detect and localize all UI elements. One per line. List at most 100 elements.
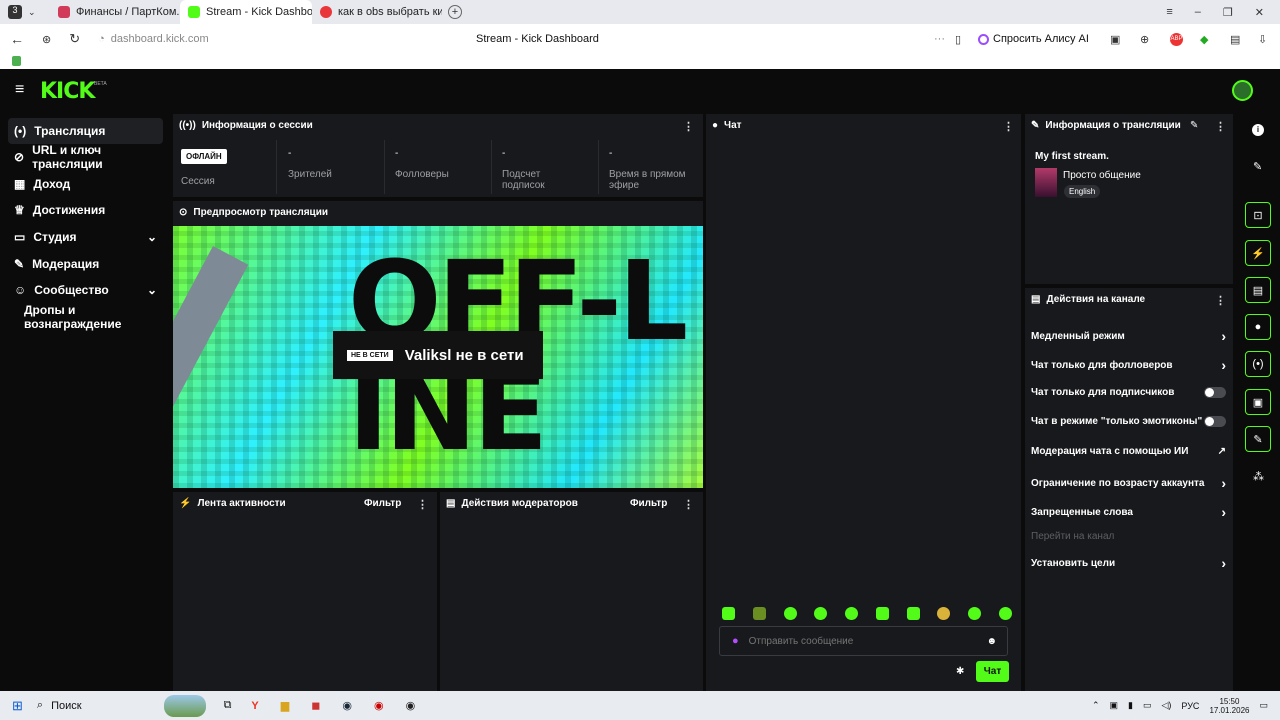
network-icon[interactable]: ▭ — [1143, 700, 1152, 711]
translate-icon[interactable]: ⊕ — [1140, 33, 1149, 46]
yandex-browser-icon[interactable]: Y — [251, 700, 258, 712]
sidebar-item-url-key[interactable]: ⊘ URL и ключ трансляции — [8, 143, 163, 171]
tab-count-icon[interactable]: 3 — [8, 5, 22, 19]
subscribers-only-toggle[interactable] — [1204, 387, 1226, 398]
extensions-icon[interactable]: ▤ — [1230, 33, 1240, 46]
steam-icon[interactable]: ◉ — [342, 699, 352, 712]
emotes-only-toggle[interactable] — [1204, 416, 1226, 427]
wrench-tool-button[interactable]: ✎ — [1245, 426, 1271, 452]
more-vertical-icon[interactable]: ⋮ — [417, 498, 428, 511]
chat-input-box[interactable]: ● ☻ — [719, 626, 1008, 656]
alice-button[interactable]: Спросить Алису AI — [978, 33, 1089, 45]
emote-icon[interactable] — [752, 607, 766, 620]
clock[interactable]: 15:50 17.01.2026 — [1209, 697, 1249, 715]
minimize-icon[interactable]: – — [1195, 6, 1201, 19]
broadcast-tool-button[interactable]: (•) — [1245, 351, 1271, 377]
chevron-down-icon[interactable]: ⌄ — [147, 283, 157, 297]
more-vertical-icon[interactable]: ⋮ — [1003, 120, 1014, 133]
chat-message-input[interactable] — [748, 635, 969, 647]
edit-icon[interactable]: ✎ — [1253, 160, 1262, 173]
layout-tool-button[interactable]: ▣ — [1245, 389, 1271, 415]
microphone-icon[interactable]: ● — [732, 635, 739, 647]
more-vertical-icon[interactable]: ⋮ — [1215, 294, 1226, 307]
emote-icon[interactable] — [814, 607, 828, 620]
taskbar-search-label[interactable]: Поиск — [51, 700, 81, 712]
search-icon[interactable]: ⌕ — [37, 699, 43, 712]
kick-logo[interactable]: KICK — [40, 79, 95, 104]
tab-controls[interactable]: 3 ⌄ — [0, 5, 50, 19]
app-icon[interactable]: ◼ — [311, 699, 320, 712]
emoji-icon[interactable]: ☻ — [986, 636, 997, 647]
document-tool-button[interactable]: ▤ — [1245, 277, 1271, 303]
language-indicator[interactable]: РУС — [1181, 701, 1199, 711]
action-subscribers-only[interactable]: Чат только для подписчиков — [1031, 387, 1226, 398]
sidebar-item-studio[interactable]: ▭ Студия ⌄ — [8, 224, 163, 250]
download-icon[interactable]: ⇩ — [1258, 33, 1267, 46]
folder-icon[interactable]: ▆ — [281, 699, 289, 712]
filter-button[interactable]: Фильтр — [364, 498, 401, 509]
obs-icon[interactable]: ◉ — [406, 699, 416, 712]
action-slow-mode[interactable]: Медленный режим › — [1031, 328, 1226, 344]
edit-icon[interactable]: ✎ — [1190, 120, 1198, 131]
task-view-icon[interactable]: ⧉ — [224, 699, 232, 712]
emote-icon[interactable] — [845, 607, 859, 620]
sidebar-item-income[interactable]: ▦ Доход — [8, 171, 163, 197]
chevron-up-icon[interactable]: ⌃ — [1092, 700, 1100, 711]
url-field[interactable]: dashboard.kick.com — [111, 33, 209, 45]
close-window-icon[interactable]: ✕ — [1255, 6, 1264, 19]
chevron-down-icon[interactable]: ⌄ — [147, 230, 157, 244]
hamburger-icon[interactable]: ≡ — [15, 81, 24, 99]
action-followers-only[interactable]: Чат только для фолловеров › — [1031, 357, 1226, 373]
tab-kick-dashboard[interactable]: Stream - Kick Dashboar ✕ — [180, 0, 312, 24]
volume-icon[interactable]: ◁) — [1161, 700, 1171, 711]
emote-icon[interactable] — [998, 607, 1012, 620]
emote-icon[interactable] — [906, 607, 920, 620]
protect-icon[interactable]: ◆ — [1200, 33, 1208, 46]
emote-icon[interactable] — [875, 607, 889, 620]
notifications-icon[interactable]: ▭ — [1259, 700, 1268, 711]
camera-tool-button[interactable]: ⊡ — [1245, 202, 1271, 228]
windows-start-icon[interactable]: ⊞ — [12, 698, 23, 714]
avatar[interactable] — [1232, 80, 1253, 101]
image-icon[interactable]: ▣ — [1110, 33, 1120, 46]
chat-tool-button[interactable]: ● — [1245, 314, 1271, 340]
action-set-goals[interactable]: Установить цели › — [1031, 555, 1226, 571]
sidebar-item-stream[interactable]: (•) Трансляция — [8, 118, 163, 144]
send-chat-button[interactable]: Чат — [976, 661, 1009, 682]
tab-search[interactable]: как в obs выбрать кик — — [312, 0, 442, 24]
shield-icon[interactable]: ⊛ — [42, 33, 51, 46]
activity-tool-button[interactable]: ⚡ — [1245, 240, 1271, 266]
community-icon[interactable]: ⁂ — [1253, 470, 1264, 483]
reload-icon[interactable]: ↻ — [69, 31, 80, 47]
info-icon[interactable]: i — [1252, 124, 1264, 136]
adblock-icon[interactable]: ABP — [1170, 32, 1183, 46]
bookmark-favicon-icon[interactable] — [12, 56, 21, 66]
more-vertical-icon[interactable]: ⋮ — [683, 498, 694, 511]
more-icon[interactable]: ··· — [934, 33, 945, 45]
chevron-down-icon[interactable]: ⌄ — [28, 7, 36, 18]
more-vertical-icon[interactable]: ⋮ — [683, 120, 694, 133]
recorder-icon[interactable]: ◉ — [374, 699, 384, 712]
tab-finance[interactable]: Финансы / ПартКом. Зап — [50, 0, 180, 24]
new-tab-icon[interactable]: + — [448, 5, 462, 19]
gear-icon[interactable]: ✱ — [956, 666, 964, 677]
sidebar-item-drops[interactable]: Дропы и вознаграждение — [18, 303, 173, 331]
emote-icon[interactable] — [783, 607, 797, 620]
sidebar-item-moderation[interactable]: ✎ Модерация — [8, 251, 163, 277]
action-banned-words[interactable]: Запрещенные слова › — [1031, 504, 1226, 520]
sidebar-item-community[interactable]: ☺ Сообщество ⌄ — [8, 277, 163, 303]
maximize-icon[interactable]: ❐ — [1223, 6, 1233, 19]
tray-app-icon[interactable]: ▣ — [1110, 700, 1119, 711]
emote-icon[interactable] — [722, 607, 735, 620]
bookmark-icon[interactable]: ▯ — [955, 33, 961, 46]
mic-icon[interactable]: ▮ — [1128, 700, 1133, 711]
back-icon[interactable]: ← — [10, 31, 24, 47]
sidebar-item-achievements[interactable]: ♕ Достижения — [8, 197, 163, 223]
emote-icon[interactable] — [968, 607, 982, 620]
widgets-image[interactable] — [163, 694, 206, 717]
emote-icon[interactable] — [937, 607, 951, 620]
action-emotes-only[interactable]: Чат в режиме "только эмотиконы" — [1031, 416, 1226, 427]
action-age-restriction[interactable]: Ограничение по возрасту аккаунта › — [1031, 475, 1226, 491]
menu-icon[interactable]: ≡ — [1166, 6, 1172, 19]
action-ai-moderation[interactable]: Модерация чата с помощью ИИ ↗ — [1031, 446, 1226, 457]
